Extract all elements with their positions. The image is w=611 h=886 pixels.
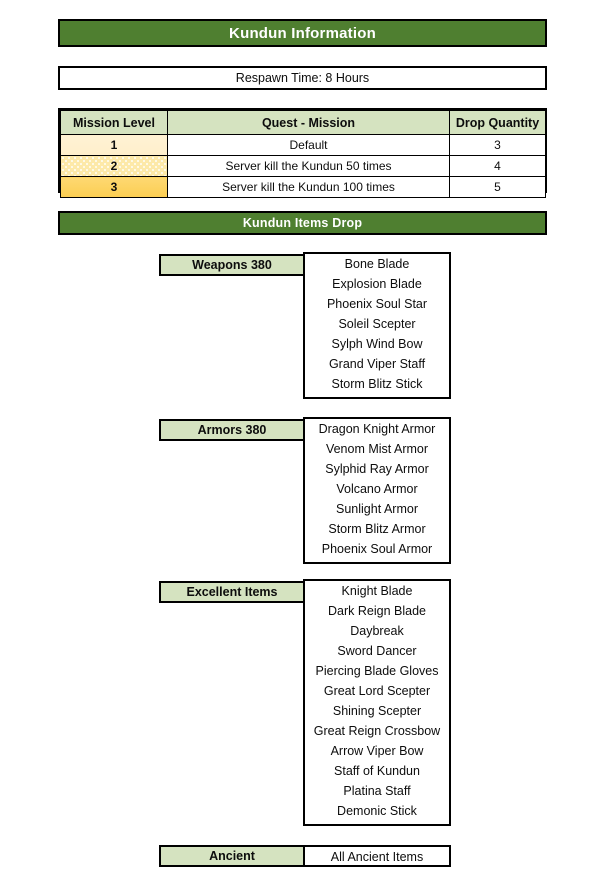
- mission-table-head: Mission Level Quest - Mission Drop Quant…: [60, 110, 546, 135]
- cell-quest-mission: Server kill the Kundun 50 times: [167, 155, 450, 177]
- list-item: Venom Mist Armor: [325, 442, 429, 456]
- list-item: Great Lord Scepter: [323, 684, 431, 698]
- respawn-time-text: Respawn Time: 8 Hours: [235, 71, 370, 85]
- category-label-text: Weapons 380: [192, 258, 272, 272]
- cell-drop-quantity: 4: [449, 155, 546, 177]
- cell-mission-level: 3: [60, 176, 168, 198]
- list-item: Knight Blade: [341, 584, 413, 598]
- category-label-text: Ancient: [209, 849, 255, 863]
- column-header-quest-mission: Quest - Mission: [167, 110, 450, 135]
- column-header-mission-level: Mission Level: [60, 110, 168, 135]
- list-item: Soleil Scepter: [338, 317, 416, 331]
- list-item: Great Reign Crossbow: [313, 724, 441, 738]
- list-item: Shining Scepter: [332, 704, 422, 718]
- cell-drop-quantity: 5: [449, 176, 546, 198]
- category-label-excellent-items: Excellent Items: [159, 581, 305, 603]
- table-row: 1 Default 3: [60, 134, 546, 156]
- list-item: All Ancient Items: [330, 850, 424, 864]
- page-title-banner: Kundun Information: [58, 19, 547, 47]
- list-item: Piercing Blade Gloves: [315, 664, 439, 678]
- list-item: Arrow Viper Bow: [330, 744, 424, 758]
- mission-table-body: 1 Default 3 2 Server kill the Kundun 50 …: [60, 134, 546, 198]
- items-drop-title: Kundun Items Drop: [242, 216, 363, 230]
- list-item: Explosion Blade: [332, 277, 422, 291]
- category-list-ancient: All Ancient Items: [303, 845, 451, 867]
- list-item: Sylph Wind Bow: [331, 337, 423, 351]
- list-item: Volcano Armor: [336, 482, 418, 496]
- category-list-armors-380: Dragon Knight Armor Venom Mist Armor Sylph…: [303, 417, 451, 564]
- category-label-text: Armors 380: [197, 423, 267, 437]
- cell-mission-level: 1: [60, 134, 168, 156]
- list-item: Phoenix Soul Armor: [321, 542, 433, 556]
- list-item: Storm Blitz Stick: [331, 377, 423, 391]
- list-item: Sylphid Ray Armor: [325, 462, 429, 476]
- list-item: Dark Reign Blade: [328, 604, 426, 618]
- category-label-weapons-380: Weapons 380: [159, 254, 305, 276]
- list-item: Staff of Kundun: [334, 764, 420, 778]
- list-item: Storm Blitz Armor: [328, 522, 426, 536]
- category-label-armors-380: Armors 380: [159, 419, 305, 441]
- list-item: Platina Staff: [343, 784, 411, 798]
- cell-drop-quantity: 3: [449, 134, 546, 156]
- list-item: Bone Blade: [344, 257, 410, 271]
- table-header-row: Mission Level Quest - Mission Drop Quant…: [60, 110, 546, 135]
- list-item: Grand Viper Staff: [328, 357, 426, 371]
- list-item: Sunlight Armor: [336, 502, 418, 516]
- column-header-drop-quantity: Drop Quantity: [449, 110, 546, 135]
- list-item: Demonic Stick: [337, 804, 417, 818]
- mission-table-grid: Mission Level Quest - Mission Drop Quant…: [60, 110, 546, 198]
- list-item: Daybreak: [350, 624, 404, 638]
- category-label-ancient: Ancient: [159, 845, 305, 867]
- list-item: Phoenix Soul Star: [326, 297, 428, 311]
- mission-table: Mission Level Quest - Mission Drop Quant…: [58, 108, 547, 198]
- table-row: 2 Server kill the Kundun 50 times 4: [60, 155, 546, 177]
- category-list-excellent-items: Knight Blade Dark Reign Blade Daybreak Swor…: [303, 579, 451, 826]
- cell-quest-mission: Server kill the Kundun 100 times: [167, 176, 450, 198]
- category-list-weapons-380: Bone Blade Explosion Blade Phoenix Soul St…: [303, 252, 451, 399]
- respawn-time-box: Respawn Time: 8 Hours: [58, 66, 547, 90]
- table-row: 3 Server kill the Kundun 100 times 5: [60, 176, 546, 198]
- list-item: Dragon Knight Armor: [318, 422, 436, 436]
- page-title: Kundun Information: [229, 24, 376, 42]
- cell-quest-mission: Default: [167, 134, 450, 156]
- list-item: Sword Dancer: [337, 644, 417, 658]
- category-label-text: Excellent Items: [186, 585, 278, 599]
- cell-mission-level: 2: [60, 155, 168, 177]
- items-drop-banner: Kundun Items Drop: [58, 211, 547, 235]
